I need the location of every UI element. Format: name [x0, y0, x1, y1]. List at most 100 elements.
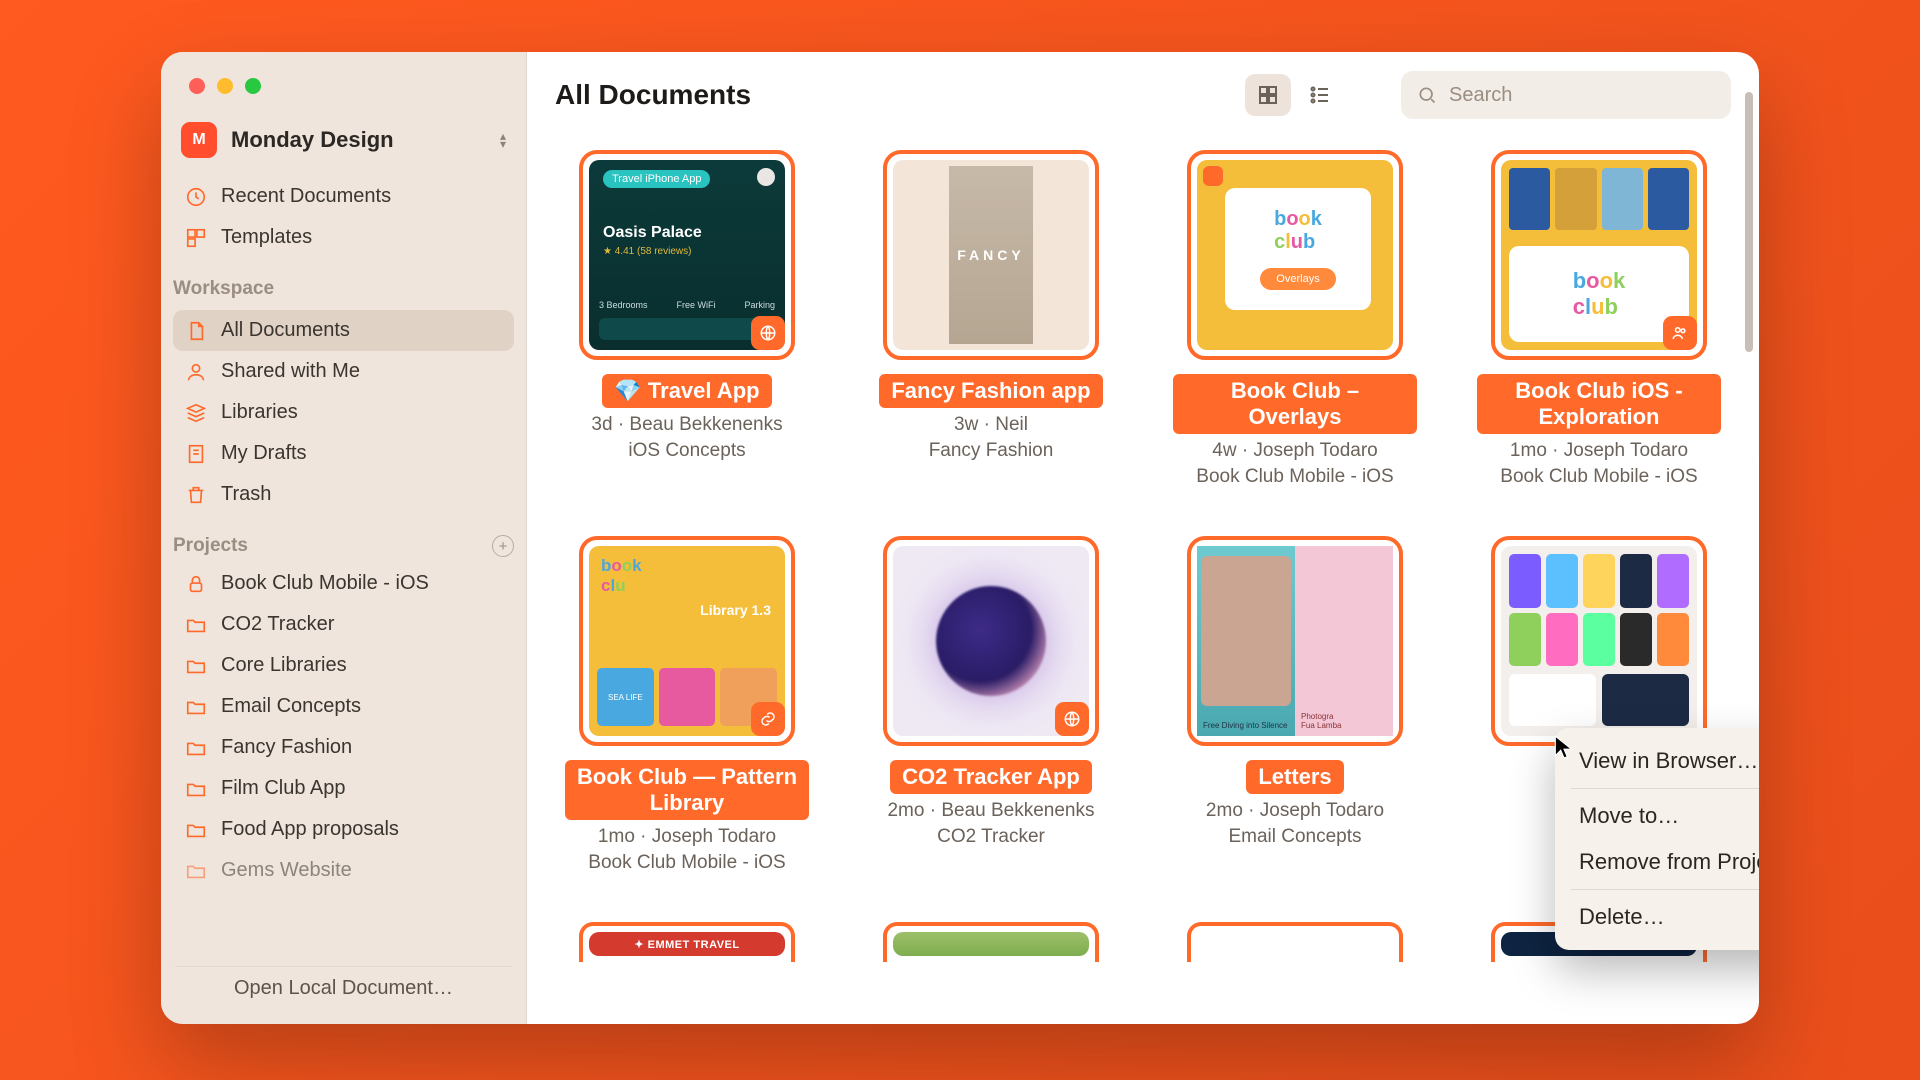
sidebar-item-libraries[interactable]: Libraries [173, 392, 514, 433]
sidebar-item-templates[interactable]: Templates [173, 217, 514, 258]
context-menu-view-in-browser[interactable]: View in Browser… [1555, 738, 1759, 784]
folder-icon [185, 737, 207, 759]
sidebar-item-my-drafts[interactable]: My Drafts [173, 433, 514, 474]
search-input[interactable]: Search [1401, 71, 1731, 119]
sidebar: M Monday Design ▴▾ Recent Documents Temp… [161, 52, 527, 1024]
sidebar-project-email-concepts[interactable]: Email Concepts [173, 686, 514, 727]
thumb-title: Oasis Palace [603, 224, 702, 242]
sidebar-item-label: Food App proposals [221, 818, 399, 841]
document-thumbnail[interactable]: bookclub [1491, 150, 1707, 360]
document-card[interactable] [1173, 922, 1417, 962]
document-thumbnail[interactable]: Travel iPhone App Oasis Palace ★ 4.41 (5… [579, 150, 795, 360]
maximize-window-button[interactable] [245, 78, 261, 94]
tag-icon [1203, 166, 1223, 186]
workspace-name: Monday Design [231, 127, 486, 153]
context-menu: View in Browser… Move to… Remove from Pr… [1555, 728, 1759, 950]
document-thumbnail[interactable] [1187, 922, 1403, 962]
context-menu-remove-from-project[interactable]: Remove from Project… [1555, 839, 1759, 885]
topbar: All Documents Search [527, 52, 1759, 138]
document-thumbnail[interactable]: bookclub Library 1.3 SEA LIFE [579, 536, 795, 746]
search-placeholder: Search [1449, 84, 1512, 107]
stack-icon [185, 402, 207, 424]
thumb-logo: bookclub [1573, 268, 1626, 320]
sidebar-item-label: Templates [221, 226, 312, 249]
document-thumbnail[interactable]: Free Diving into Silence PhotograFua Lam… [1187, 536, 1403, 746]
thumb-subtitle: ★ 4.41 (58 reviews) [603, 246, 691, 257]
close-window-button[interactable] [189, 78, 205, 94]
document-thumbnail[interactable] [883, 922, 1099, 962]
sidebar-item-all-documents[interactable]: All Documents [173, 310, 514, 351]
sidebar-project-core-libraries[interactable]: Core Libraries [173, 645, 514, 686]
document-card[interactable]: FANCY Fancy Fashion app 3w · Neil Fancy … [869, 150, 1113, 488]
app-window: M Monday Design ▴▾ Recent Documents Temp… [161, 52, 1759, 1024]
sidebar-workspace-section: All Documents Shared with Me Libraries M… [161, 306, 526, 519]
sidebar-project-book-club[interactable]: Book Club Mobile - iOS [173, 563, 514, 604]
document-meta: 4w · Joseph Todaro [1212, 440, 1377, 462]
workspace-section-header: Workspace [161, 262, 526, 306]
document-thumbnail[interactable] [1491, 536, 1707, 746]
people-icon [1663, 316, 1697, 350]
sidebar-item-trash[interactable]: Trash [173, 474, 514, 515]
document-meta: 2mo · Joseph Todaro [1206, 800, 1384, 822]
document-project: Book Club Mobile - iOS [588, 852, 785, 874]
sidebar-item-label: Book Club Mobile - iOS [221, 572, 429, 595]
add-project-button[interactable]: + [492, 535, 514, 557]
sidebar-top-section: Recent Documents Templates [161, 172, 526, 262]
thumb-logo: bookclub [1274, 208, 1322, 254]
sidebar-item-label: Film Club App [221, 777, 346, 800]
thumb-chip: Travel iPhone App [603, 170, 710, 188]
grid-row: ✦ EMMET TRAVEL [565, 922, 1721, 962]
sidebar-project-gems-website[interactable]: Gems Website [173, 850, 514, 891]
list-view-button[interactable] [1297, 74, 1343, 116]
document-project: CO2 Tracker [937, 826, 1045, 848]
sidebar-item-shared-with-me[interactable]: Shared with Me [173, 351, 514, 392]
document-title: 💎 Travel App [602, 374, 771, 408]
context-menu-move-to[interactable]: Move to… [1555, 793, 1759, 839]
document-title: Book Club iOS - Exploration [1477, 374, 1721, 434]
document-icon [185, 320, 207, 342]
document-title: Fancy Fashion app [879, 374, 1102, 408]
document-thumbnail[interactable]: FANCY [883, 150, 1099, 360]
document-title: Book Club — Pattern Library [565, 760, 809, 820]
document-card[interactable] [869, 922, 1113, 962]
minimize-window-button[interactable] [217, 78, 233, 94]
sidebar-item-label: CO2 Tracker [221, 613, 334, 636]
folder-icon [185, 778, 207, 800]
document-card[interactable]: Travel iPhone App Oasis Palace ★ 4.41 (5… [565, 150, 809, 488]
sidebar-item-label: My Drafts [221, 442, 307, 465]
document-meta: 1mo · Joseph Todaro [1510, 440, 1688, 462]
document-card[interactable]: bookclub Overlays Book Club – Overlays 4… [1173, 150, 1417, 488]
document-thumbnail[interactable]: ✦ EMMET TRAVEL [579, 922, 795, 962]
thumb-logo: bookclub [601, 556, 642, 596]
document-card[interactable]: ✦ EMMET TRAVEL [565, 922, 809, 962]
section-label: Projects [173, 535, 248, 557]
thumb-version: Library 1.3 [700, 602, 771, 618]
sidebar-item-recent-documents[interactable]: Recent Documents [173, 176, 514, 217]
folder-icon [185, 696, 207, 718]
sidebar-project-food-app[interactable]: Food App proposals [173, 809, 514, 850]
sidebar-project-co2-tracker[interactable]: CO2 Tracker [173, 604, 514, 645]
grid-view-button[interactable] [1245, 74, 1291, 116]
sidebar-project-film-club[interactable]: Film Club App [173, 768, 514, 809]
open-local-document-button[interactable]: Open Local Document… [175, 966, 512, 1010]
document-thumbnail[interactable] [883, 536, 1099, 746]
document-thumbnail[interactable]: bookclub Overlays [1187, 150, 1403, 360]
context-menu-delete[interactable]: Delete… [1555, 894, 1759, 940]
search-icon [1417, 85, 1437, 105]
person-icon [185, 361, 207, 383]
document-meta: 3d · Beau Bekkenenks [591, 414, 782, 436]
projects-section-header: Projects + [161, 519, 526, 563]
link-icon [751, 702, 785, 736]
document-card[interactable]: Free Diving into Silence PhotograFua Lam… [1173, 536, 1417, 874]
sidebar-project-fancy-fashion[interactable]: Fancy Fashion [173, 727, 514, 768]
sidebar-item-label: Shared with Me [221, 360, 360, 383]
grid-row: Travel iPhone App Oasis Palace ★ 4.41 (5… [565, 150, 1721, 488]
globe-icon [751, 316, 785, 350]
scrollbar-thumb[interactable] [1745, 92, 1753, 352]
workspace-switcher[interactable]: M Monday Design ▴▾ [161, 94, 526, 172]
document-project: Fancy Fashion [929, 440, 1054, 462]
document-card[interactable]: CO2 Tracker App 2mo · Beau Bekkenenks CO… [869, 536, 1113, 874]
document-project: Book Club Mobile - iOS [1500, 466, 1697, 488]
document-card[interactable]: bookclub Book Club iOS - Exploration 1mo… [1477, 150, 1721, 488]
document-card[interactable]: bookclub Library 1.3 SEA LIFE Book Club … [565, 536, 809, 874]
